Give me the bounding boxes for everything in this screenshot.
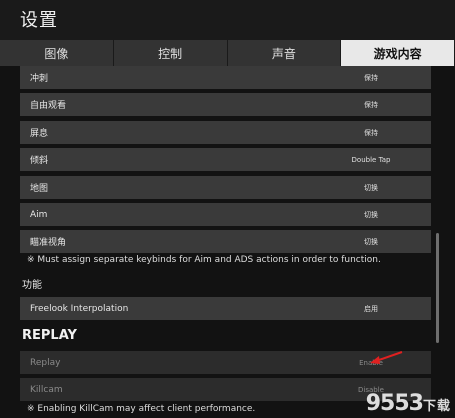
setting-row-aim[interactable]: Aim 切换 bbox=[20, 203, 431, 226]
setting-label: 屏息 bbox=[30, 129, 49, 139]
setting-label: 地图 bbox=[30, 184, 49, 194]
setting-row-freelook-interpolation[interactable]: Freelook Interpolation 启用 bbox=[20, 297, 431, 320]
setting-row-map[interactable]: 地图 切换 bbox=[20, 176, 431, 199]
setting-label: Aim bbox=[30, 209, 48, 220]
setting-label: Replay bbox=[30, 357, 61, 368]
setting-label: Killcam bbox=[30, 384, 63, 395]
setting-value[interactable]: 切换 bbox=[311, 183, 431, 193]
setting-value[interactable]: 启用 bbox=[311, 304, 431, 314]
setting-label: 自由观看 bbox=[30, 101, 67, 111]
setting-value[interactable]: 切换 bbox=[311, 210, 431, 220]
setting-label: Freelook Interpolation bbox=[30, 303, 129, 314]
annotation-arrow-icon bbox=[370, 351, 403, 364]
watermark-brand: 9553 bbox=[365, 391, 424, 416]
setting-label: 冲刺 bbox=[30, 74, 49, 84]
setting-value[interactable]: 保持 bbox=[311, 100, 431, 110]
keybind-note: ※ Must assign separate keybinds for Aim … bbox=[27, 255, 381, 265]
section-replay: REPLAY bbox=[22, 328, 77, 343]
tab-sound[interactable]: 声音 bbox=[227, 40, 342, 66]
tab-gameplay[interactable]: 游戏内容 bbox=[341, 40, 455, 66]
scrollbar[interactable] bbox=[436, 233, 439, 343]
tab-controls[interactable]: 控制 bbox=[113, 40, 228, 66]
page-title: 设置 bbox=[20, 10, 58, 31]
setting-value[interactable]: 保持 bbox=[311, 73, 431, 83]
killcam-note: ※ Enabling KillCam may affect client per… bbox=[27, 404, 256, 414]
settings-tabs: 图像 控制 声音 游戏内容 bbox=[0, 40, 455, 66]
setting-value[interactable]: 保持 bbox=[311, 128, 431, 138]
setting-row-ads[interactable]: 瞄准视角 切换 bbox=[20, 230, 431, 253]
section-features: 功能 bbox=[22, 280, 42, 291]
site-watermark: 9553下载 bbox=[366, 391, 451, 416]
setting-value[interactable]: Double Tap bbox=[311, 156, 431, 164]
setting-row-sprint[interactable]: 冲刺 保持 bbox=[20, 66, 431, 89]
watermark-suffix: 下载 bbox=[422, 399, 451, 414]
setting-label: 倾斜 bbox=[30, 156, 49, 166]
tab-graphics[interactable]: 图像 bbox=[0, 40, 114, 66]
setting-value[interactable]: 切换 bbox=[311, 237, 431, 247]
setting-row-hold-breath[interactable]: 屏息 保持 bbox=[20, 121, 431, 144]
setting-row-lean[interactable]: 倾斜 Double Tap bbox=[20, 148, 431, 171]
setting-label: 瞄准视角 bbox=[30, 238, 67, 248]
setting-row-freelook[interactable]: 自由观看 保持 bbox=[20, 93, 431, 116]
